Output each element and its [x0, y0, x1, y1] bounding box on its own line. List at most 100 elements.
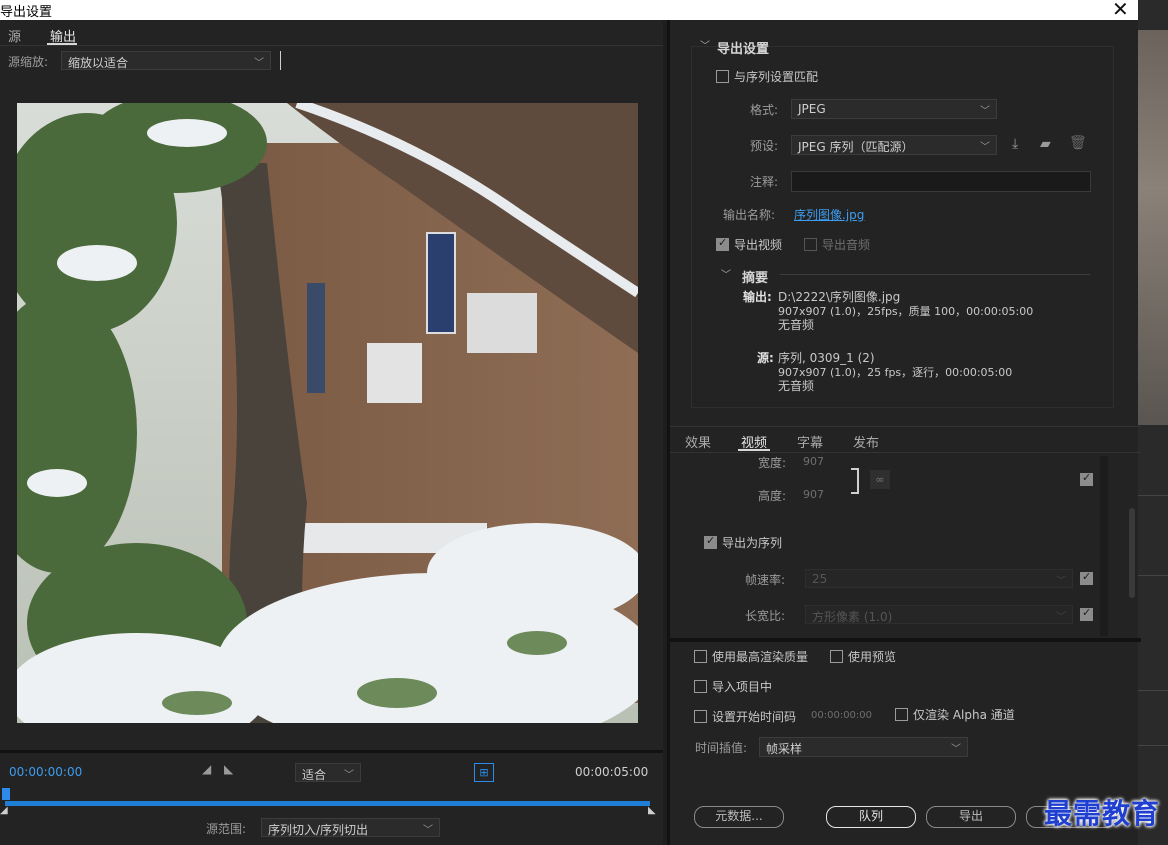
link-bracket — [851, 468, 859, 494]
out-point-icon[interactable]: ◣ — [648, 805, 656, 816]
match-sequence-checkbox[interactable] — [716, 70, 729, 83]
in-point-icon[interactable]: ◢ — [0, 805, 8, 816]
fit-dropdown[interactable]: 适合 ﹀ — [295, 763, 361, 782]
export-audio-checkbox[interactable] — [804, 238, 817, 251]
playhead[interactable] — [2, 788, 10, 800]
delete-preset-icon[interactable]: 🗑 — [1069, 135, 1087, 151]
tab-effects[interactable]: 效果 — [685, 432, 711, 451]
save-preset-icon[interactable]: ⤓ — [1012, 136, 1018, 152]
preset-label: 预设: — [750, 139, 779, 153]
width-value[interactable]: 907 — [803, 455, 824, 468]
watermark-logo: 最需教育 — [1044, 797, 1161, 830]
source-range-label: 源范围: — [206, 822, 247, 836]
framerate-label: 帧速率: — [745, 573, 786, 587]
title-bar: 导出设置 ✕ — [0, 0, 1138, 21]
output-name-label: 输出名称: — [723, 208, 776, 222]
chevron-down-icon: ﹀ — [423, 825, 433, 836]
source-range-value: 序列切入/序列切出 — [268, 823, 369, 837]
use-previews-checkbox[interactable] — [830, 650, 843, 663]
export-video-checkbox[interactable] — [716, 236, 729, 251]
aspect-dropdown[interactable]: 方形像素 (1.0) ﹀ — [805, 605, 1073, 624]
set-start-timecode-label: 设置开始时间码 — [712, 710, 797, 724]
queue-button[interactable]: 队列 — [826, 806, 916, 828]
comment-field[interactable] — [791, 171, 1091, 192]
window-title: 导出设置 — [0, 5, 53, 20]
chevron-down-icon[interactable]: ﹀ — [700, 37, 710, 52]
export-as-sequence-checkbox[interactable] — [704, 534, 717, 549]
source-zoom-label: 源缩放: — [8, 55, 49, 69]
width-label: 宽度: — [758, 456, 787, 470]
framerate-checkbox[interactable] — [1080, 570, 1093, 585]
chevron-down-icon: ﹀ — [980, 106, 990, 117]
aspect-value: 方形像素 (1.0) — [812, 610, 893, 624]
import-into-project-checkbox[interactable] — [694, 680, 707, 693]
aspect-checkbox[interactable] — [1080, 606, 1093, 621]
time-interp-value: 帧采样 — [766, 742, 803, 756]
mark-out-icon[interactable]: ◣ — [224, 762, 233, 776]
match-size-checkbox[interactable] — [1080, 471, 1093, 486]
format-dropdown[interactable]: JPEG ﹀ — [791, 99, 997, 119]
start-timecode-value[interactable]: 00:00:00:00 — [811, 710, 872, 721]
export-button[interactable]: 导出 — [926, 806, 1016, 828]
export-audio-label: 导出音频 — [822, 238, 871, 252]
timeline-bar[interactable] — [5, 801, 650, 806]
set-start-timecode-checkbox[interactable] — [694, 710, 707, 723]
chevron-down-icon: ﹀ — [1056, 612, 1066, 623]
background-thumbnail — [1138, 30, 1168, 425]
render-alpha-only-label: 仅渲染 Alpha 通道 — [913, 708, 1015, 722]
time-interp-label: 时间插值: — [695, 741, 748, 755]
summary-title: 摘要 — [742, 271, 769, 286]
export-video-label: 导出视频 — [734, 238, 783, 252]
tab-source[interactable]: 源 — [8, 26, 21, 45]
chevron-down-icon: ﹀ — [254, 58, 264, 69]
chevron-down-icon: ﹀ — [344, 770, 354, 781]
height-label: 高度: — [758, 489, 787, 503]
fit-value: 适合 — [302, 768, 327, 782]
use-previews-label: 使用预览 — [848, 650, 897, 664]
source-zoom-dropdown[interactable]: 缩放以适合 ﹀ — [61, 51, 271, 70]
max-render-quality-checkbox[interactable] — [694, 650, 707, 663]
crop-icon[interactable]: ⊞ — [474, 763, 494, 782]
tab-publish[interactable]: 发布 — [853, 432, 879, 451]
summary-source-label: 源: — [757, 351, 774, 365]
comment-label: 注释: — [750, 175, 779, 189]
export-settings-panel: ﹀ 导出设置 与序列设置匹配 格式: JPEG ﹀ 预设: JPEG 序列（匹配… — [667, 20, 1141, 845]
timecode-end: 00:00:05:00 — [575, 765, 649, 779]
export-settings-title: 导出设置 — [717, 42, 770, 57]
timecode-start[interactable]: 00:00:00:00 — [9, 765, 82, 779]
preset-dropdown[interactable]: JPEG 序列（匹配源） ﹀ — [791, 135, 997, 155]
max-render-quality-label: 使用最高渲染质量 — [712, 650, 809, 664]
mark-in-icon[interactable]: ◢ — [202, 762, 211, 776]
link-icon[interactable]: ∞ — [870, 470, 890, 489]
source-zoom-value: 缩放以适合 — [68, 56, 129, 70]
chevron-down-icon: ﹀ — [980, 142, 990, 153]
import-preset-icon[interactable]: ▰ — [1040, 136, 1051, 152]
export-as-sequence-label: 导出为序列 — [722, 536, 783, 550]
background-window — [1138, 0, 1168, 845]
import-into-project-label: 导入项目中 — [712, 680, 773, 694]
source-output-panel: 源 输出 源缩放: 缩放以适合 ﹀ 00:00:00:00 ◢ ◣ 适合 ﹀ ⊞… — [0, 20, 663, 845]
chevron-down-icon[interactable]: ﹀ — [721, 266, 731, 281]
render-alpha-only-checkbox[interactable] — [895, 708, 908, 721]
tab-captions[interactable]: 字幕 — [797, 432, 823, 451]
summary-output-audio: 无音频 — [778, 318, 815, 332]
summary-source-audio: 无音频 — [778, 379, 815, 393]
summary-output-label: 输出: — [743, 290, 772, 304]
source-range-dropdown[interactable]: 序列切入/序列切出 ﹀ — [261, 818, 440, 837]
height-value[interactable]: 907 — [803, 488, 824, 501]
close-icon[interactable]: ✕ — [1112, 0, 1129, 21]
framerate-value: 25 — [812, 572, 828, 586]
output-name-link[interactable]: 序列图像.jpg — [794, 206, 864, 223]
preset-value: JPEG 序列（匹配源） — [798, 140, 914, 154]
format-value: JPEG — [798, 102, 826, 116]
chevron-down-icon: ﹀ — [1056, 576, 1066, 587]
preview-image — [17, 103, 638, 723]
time-interp-dropdown[interactable]: 帧采样 ﹀ — [759, 737, 968, 757]
scrollbar-thumb[interactable] — [1129, 508, 1135, 598]
summary-output-details: 907x907 (1.0)，25fps，质量 100，00:00:05:00 — [778, 305, 1034, 318]
framerate-dropdown[interactable]: 25 ﹀ — [805, 569, 1073, 588]
metadata-button[interactable]: 元数据... — [694, 806, 784, 828]
scrollbar-track[interactable] — [1100, 456, 1108, 636]
match-sequence-label: 与序列设置匹配 — [734, 70, 819, 84]
aspect-label: 长宽比: — [745, 609, 786, 623]
